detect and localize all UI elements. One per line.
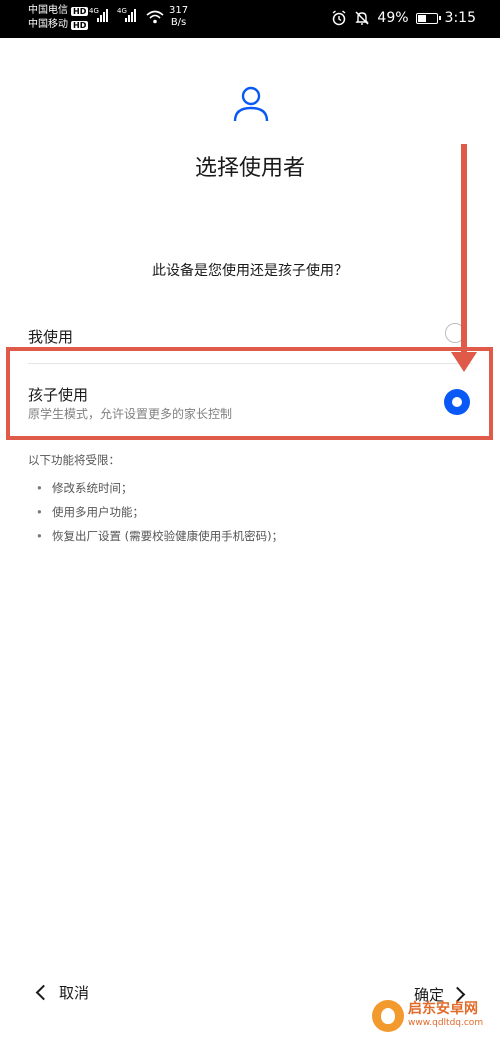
status-right: 49% 3:15 (331, 10, 476, 26)
user-icon (233, 86, 269, 122)
question-text: 此设备是您使用还是孩子使用？ (152, 263, 348, 279)
annotation-arrow-shaft (461, 144, 467, 356)
annotation-highlight-box (6, 347, 493, 440)
signal-icon (97, 8, 108, 22)
wifi-icon (146, 10, 164, 24)
watermark-url: www.qdltdq.com (408, 1018, 484, 1028)
hd-badge: HD (71, 6, 89, 16)
alarm-icon (332, 10, 346, 26)
battery-percent: 49% (377, 10, 409, 26)
hd-badge: HD (71, 20, 89, 30)
network-speed-value: 317 (169, 5, 189, 16)
page-title: 选择使用者 (194, 156, 305, 181)
restrictions-list: 修改系统时间； 使用多用户功能； 恢复出厂设置 (需要校验健康使用手机密码)； (36, 476, 283, 548)
watermark-logo-icon (372, 1000, 404, 1032)
signal-icon (125, 8, 136, 22)
list-item: 恢复出厂设置 (需要校验健康使用手机密码)； (36, 524, 283, 548)
mute-bell-icon (355, 11, 370, 25)
carrier-1: 中国电信 (28, 5, 68, 16)
battery-icon (415, 12, 441, 24)
option-self-label[interactable]: 我使用 (28, 326, 73, 347)
restrictions-title: 以下功能将受限： (28, 453, 120, 467)
watermark-name: 启东安卓网 (408, 1001, 478, 1017)
clock: 3:15 (444, 10, 476, 26)
network-speed-unit: B/s (170, 17, 187, 28)
carrier-info: 中国电信 HD 中国移动 HD (28, 4, 89, 32)
list-item: 使用多用户功能； (36, 500, 283, 524)
cancel-label: 取消 (59, 984, 90, 1002)
list-item: 修改系统时间； (36, 476, 283, 500)
status-bar: 中国电信 HD 中国移动 HD 4G 4G 317 B/s 49% 3:15 (0, 0, 500, 38)
carrier-2: 中国移动 (28, 19, 68, 30)
cancel-button[interactable]: 取消 (34, 982, 89, 1003)
network-speed: 317 B/s (169, 5, 188, 29)
watermark: 启东安卓网 www.qdltdq.com (372, 996, 496, 1036)
chevron-left-icon (35, 984, 52, 1001)
annotation-arrow-head (451, 352, 477, 372)
